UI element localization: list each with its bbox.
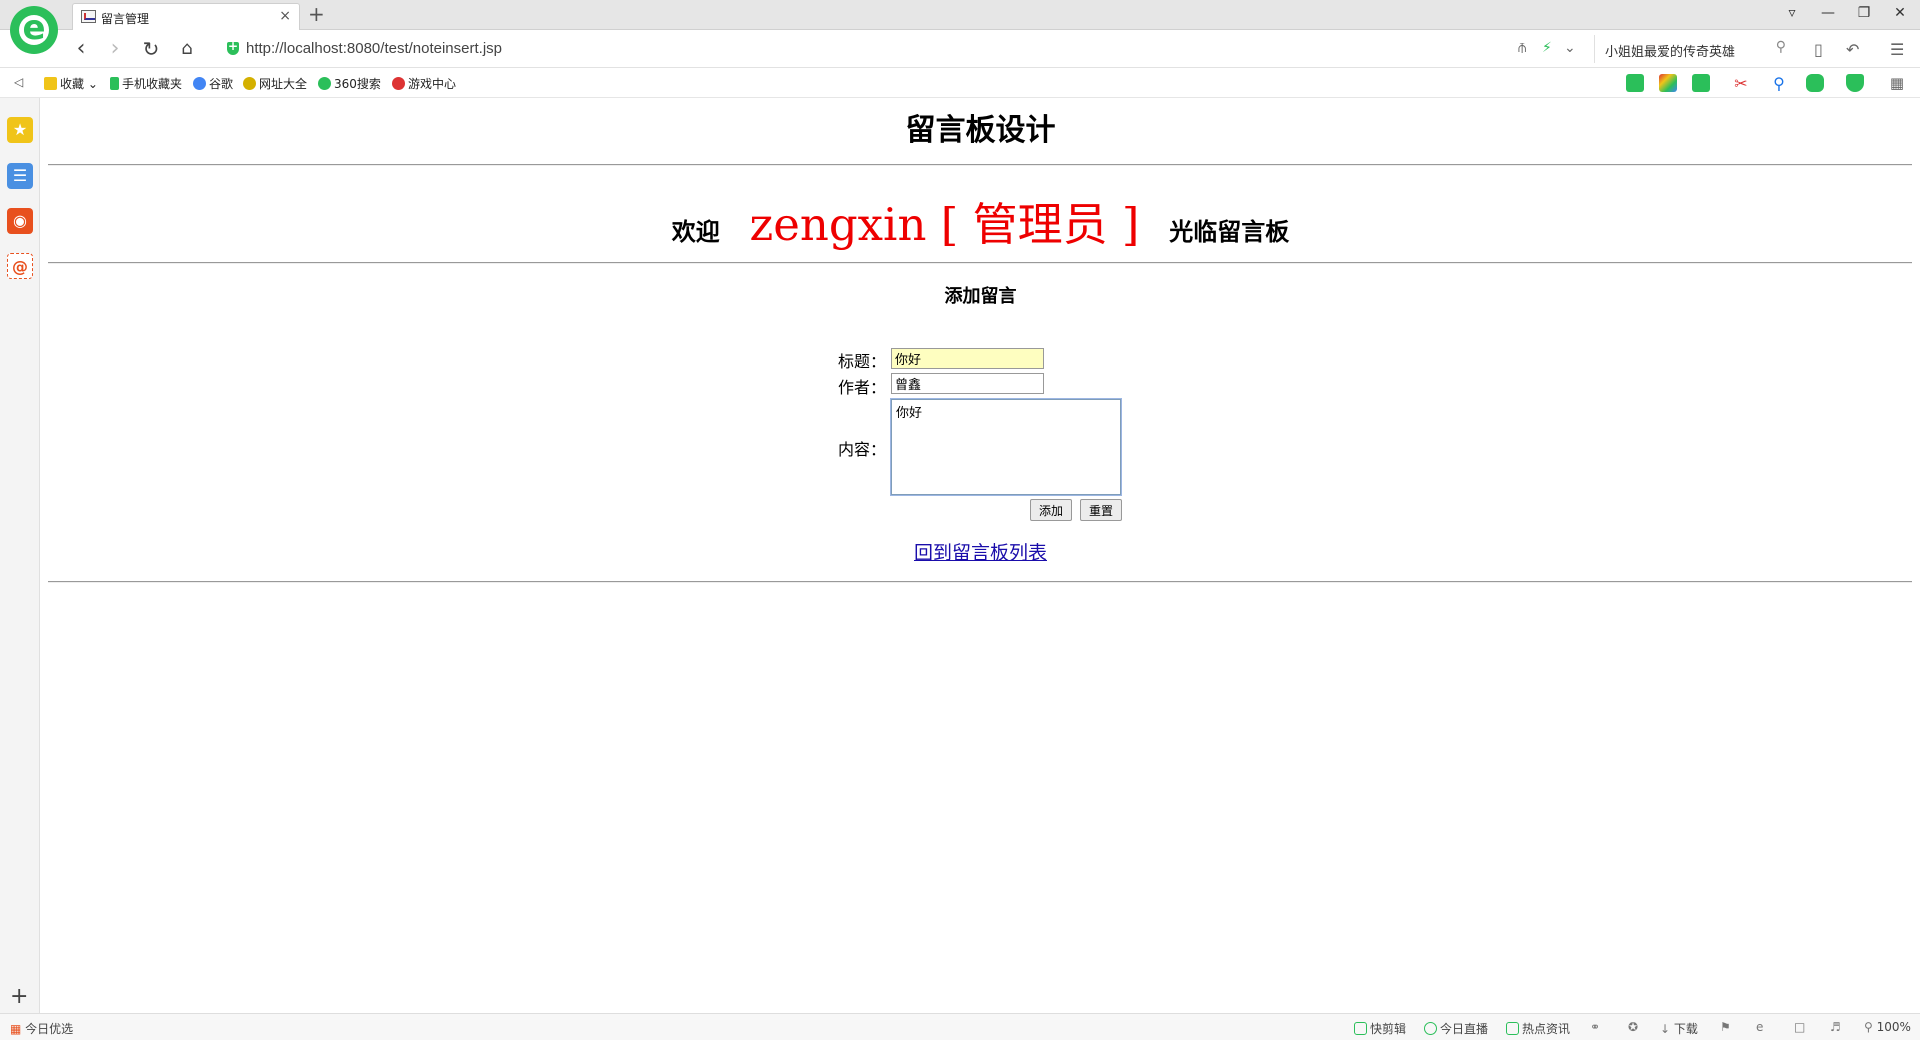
zoom-icon: ⚲: [1864, 1020, 1873, 1034]
divider: [48, 262, 1912, 264]
favorites-star-icon[interactable]: ★: [7, 117, 33, 143]
star-icon: [44, 77, 57, 90]
browser-tab[interactable]: 留言管理 ×: [72, 3, 300, 30]
app-store-icon[interactable]: [1659, 74, 1677, 92]
minimize-button[interactable]: —: [1818, 5, 1838, 21]
list-icon[interactable]: ☰: [7, 163, 33, 189]
download-arrow-icon: ↓: [1660, 1022, 1671, 1036]
tab-close-icon[interactable]: ×: [279, 8, 291, 24]
flag-icon[interactable]: ⚑: [1720, 1020, 1731, 1034]
back-to-list-link[interactable]: 回到留言板列表: [41, 538, 1920, 565]
home-icon[interactable]: ⌂: [174, 37, 200, 61]
menu-icon[interactable]: ☰: [1890, 40, 1904, 59]
bookmark-site-directory[interactable]: 网址大全: [243, 75, 307, 92]
tab-bar: 留言管理 × + ▿ — ❐ ✕: [0, 0, 1920, 30]
welcome-user: zengxin [ 管理员 ]: [749, 198, 1140, 251]
author-input[interactable]: [891, 373, 1044, 394]
author-label: 作者：: [838, 378, 887, 397]
share-icon[interactable]: ⫚: [1518, 40, 1526, 56]
quick-cut[interactable]: 快剪辑: [1354, 1020, 1406, 1037]
skin-icon[interactable]: ▿: [1782, 5, 1802, 21]
zoom-level[interactable]: ⚲ 100%: [1864, 1020, 1911, 1034]
forward-arrow-icon[interactable]: ›: [102, 37, 128, 61]
chevron-down-icon[interactable]: ⌄: [1564, 40, 1576, 56]
video-icon: [1354, 1022, 1367, 1035]
undo-icon[interactable]: ↶: [1846, 40, 1859, 59]
title-label: 标题：: [838, 352, 887, 371]
reset-button[interactable]: 重置: [1080, 499, 1122, 521]
welcome-prefix: 欢迎: [671, 217, 720, 246]
reading-icon[interactable]: ▯: [1814, 40, 1823, 59]
scissors-icon[interactable]: ✂: [1732, 74, 1750, 93]
phone-icon: [110, 77, 119, 90]
weibo-icon[interactable]: ◉: [7, 208, 33, 234]
bookmark-favorites[interactable]: 收藏 ⌄: [44, 75, 98, 92]
bookmark-mobile[interactable]: 手机收藏夹: [110, 75, 182, 92]
ie-mode-icon[interactable]: e: [1756, 1020, 1763, 1034]
window-icon[interactable]: □: [1794, 1020, 1805, 1034]
restore-button[interactable]: ❐: [1854, 5, 1874, 21]
mail-at-icon[interactable]: @: [7, 253, 33, 279]
navigation-bar: ‹ › ↻ ⌂ http://localhost:8080/test/notei…: [0, 30, 1920, 68]
search-suggestion[interactable]: 小姐姐最爱的传奇英雄: [1605, 41, 1735, 60]
tab-title: 留言管理: [101, 12, 150, 26]
live-today[interactable]: 今日直播: [1424, 1020, 1488, 1037]
side-panel: ★ ☰ ◉ @ +: [0, 98, 40, 1013]
game-icon: [392, 77, 405, 90]
divider: [48, 164, 1912, 166]
gamepad-icon[interactable]: [1806, 74, 1824, 92]
back-arrow-icon[interactable]: ‹: [68, 37, 94, 61]
content-label: 内容：: [838, 440, 887, 459]
title-input[interactable]: [891, 348, 1044, 369]
content-textarea[interactable]: 你好: [890, 398, 1122, 496]
search-box[interactable]: 小姐姐最爱的传奇英雄 ⚲: [1594, 35, 1794, 63]
play-icon: [1424, 1022, 1437, 1035]
welcome-banner: 欢迎 zengxin [ 管理员 ] 光临留言板: [41, 188, 1920, 253]
translate-icon[interactable]: [1692, 74, 1710, 92]
today-picks[interactable]: ▦ 今日优选: [10, 1020, 73, 1037]
book-icon[interactable]: [1626, 74, 1644, 92]
page-title: 留言板设计: [905, 113, 1056, 148]
address-bar[interactable]: http://localhost:8080/test/noteinsert.js…: [222, 36, 1522, 62]
web-page: 留言板设计 欢迎 zengxin [ 管理员 ] 光临留言板 添加留言 标题： …: [41, 98, 1920, 1013]
magnifier-icon[interactable]: ⚲: [1770, 74, 1788, 93]
reload-icon[interactable]: ↻: [138, 37, 164, 61]
directory-icon: [243, 77, 256, 90]
url-text[interactable]: http://localhost:8080/test/noteinsert.js…: [246, 40, 502, 57]
section-title: 添加留言: [944, 286, 1017, 307]
clean-icon[interactable]: ⚭: [1590, 1020, 1600, 1034]
status-bar: ▦ 今日优选 快剪辑 今日直播 热点资讯 ⚭ ✪ ↓ 下载 ⚑ e □ ♬ ⚲ …: [0, 1013, 1920, 1040]
add-panel-icon[interactable]: +: [10, 984, 28, 1009]
gift-icon: ▦: [10, 1022, 22, 1036]
collapse-sidebar-icon[interactable]: ◁: [14, 75, 23, 89]
news-icon: [1506, 1022, 1519, 1035]
bookmark-game-center[interactable]: 游戏中心: [392, 75, 456, 92]
shield-icon[interactable]: [1846, 74, 1864, 92]
pin-icon[interactable]: ✪: [1628, 1020, 1638, 1034]
speed-mode-icon[interactable]: ⚡: [1542, 40, 1552, 56]
search-icon[interactable]: ⚲: [1776, 39, 1786, 55]
360-icon: [318, 77, 331, 90]
divider: [48, 581, 1912, 583]
apps-grid-icon[interactable]: ▦: [1888, 74, 1906, 92]
welcome-suffix: 光临留言板: [1169, 217, 1290, 246]
browser-logo-icon[interactable]: e: [10, 6, 58, 54]
sound-icon[interactable]: ♬: [1830, 1020, 1841, 1034]
hot-news[interactable]: 热点资讯: [1506, 1020, 1570, 1037]
new-tab-button[interactable]: +: [308, 2, 325, 26]
bookmarks-bar: ◁ 收藏 ⌄ 手机收藏夹 谷歌 网址大全 360搜索 游戏中心 ✂ ⚲ ▦: [0, 68, 1920, 98]
download[interactable]: ↓ 下载: [1660, 1020, 1698, 1037]
page-favicon-icon: [81, 10, 96, 23]
security-shield-icon: [227, 39, 239, 55]
google-icon: [193, 77, 206, 90]
close-window-button[interactable]: ✕: [1890, 5, 1910, 21]
add-button[interactable]: 添加: [1030, 499, 1072, 521]
bookmark-google[interactable]: 谷歌: [193, 75, 233, 92]
bookmark-360-search[interactable]: 360搜索: [318, 75, 381, 92]
